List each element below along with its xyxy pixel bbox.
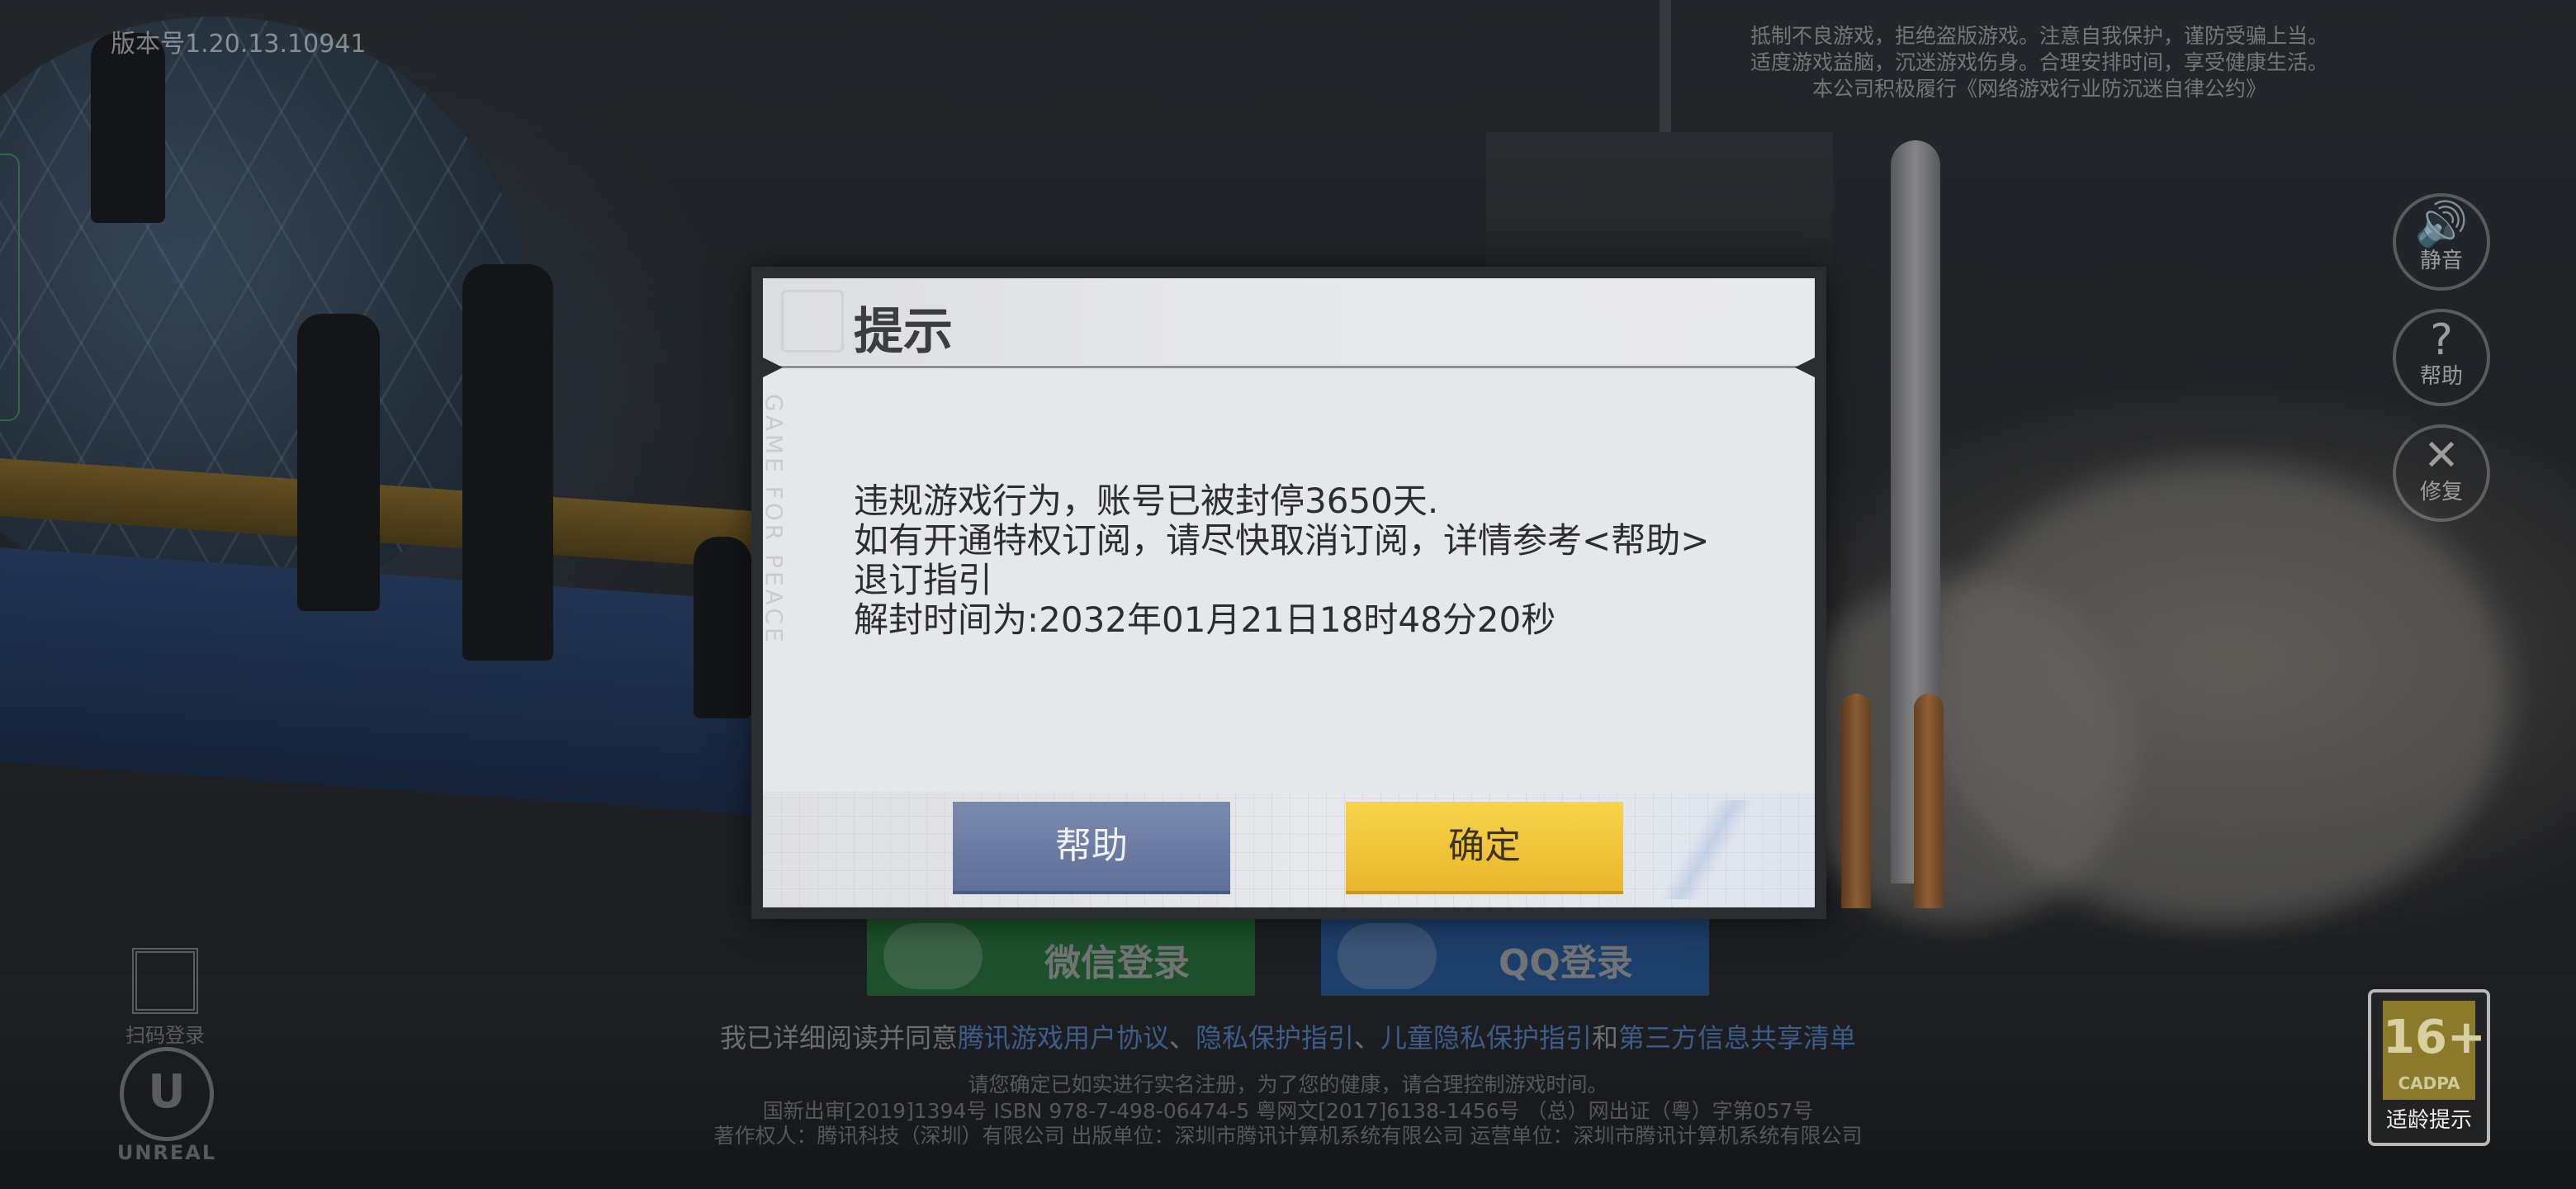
- repair-label: 修复: [2419, 480, 2463, 504]
- agreement-separator: 、: [1168, 1022, 1196, 1054]
- qr-code-icon: [132, 948, 198, 1014]
- qq-login-label: QQ登录: [1499, 942, 1633, 984]
- health-notice-line: 本公司积极履行《网络游戏行业防沉迷自律公约》: [1811, 77, 2266, 101]
- divider-notch-right: [1795, 358, 1815, 377]
- dialog-footer: 帮助 确定: [763, 792, 1815, 907]
- dialog-title: 提示: [854, 303, 953, 361]
- qr-login-button[interactable]: 扫码登录: [116, 948, 215, 1048]
- age-rating-icon: 16+ CADPA: [2383, 1001, 2486, 1100]
- third-party-list-link[interactable]: 第三方信息共享清单: [1618, 1022, 1856, 1054]
- health-notice-line: 适度游戏益脑，沉迷游戏伤身。合理安排时间，享受健康生活。: [1750, 50, 2328, 74]
- ban-reason-line: 违规游戏行为，账号已被封停3650天.: [854, 481, 1439, 521]
- header-decoration-icon: [781, 290, 844, 353]
- help-button[interactable]: 帮助: [953, 802, 1230, 894]
- age-rating-org: CADPA: [2398, 1073, 2460, 1093]
- header-divider: [763, 366, 1815, 368]
- qr-login-label: 扫码登录: [125, 1024, 205, 1047]
- mute-label: 静音: [2419, 249, 2463, 273]
- version-label: 版本号1.20.13.10941: [111, 30, 367, 59]
- wechat-login-button[interactable]: 微信登录: [867, 917, 1255, 996]
- qq-login-button[interactable]: QQ登录: [1321, 917, 1709, 996]
- unreal-label: UNREAL: [116, 1141, 217, 1164]
- repair-button[interactable]: ✕ 修复: [2393, 424, 2490, 522]
- legal-line: 著作权人：腾讯科技（深圳）有限公司 出版单位：深圳市腾讯计算机系统有限公司 运营…: [713, 1124, 1863, 1148]
- age-rating-badge[interactable]: 16+ CADPA 适龄提示: [2368, 989, 2490, 1146]
- qq-penguin-icon: [1338, 923, 1437, 989]
- unsubscribe-guide-line: 退订指引: [854, 560, 993, 600]
- agreement-line: 我已详细阅读并同意腾讯游戏用户协议、隐私保护指引、儿童隐私保护指引和第三方信息共…: [0, 1017, 2576, 1055]
- help-icon: ?: [2430, 315, 2453, 365]
- agreement-separator: 、: [1354, 1022, 1381, 1054]
- wrench-icon: ✕: [2423, 431, 2460, 481]
- subscription-hint-line: 如有开通特权订阅，请尽快取消订阅，详情参考<帮助>: [854, 520, 1710, 561]
- speaker-icon: 🔊: [2414, 200, 2469, 249]
- realname-hint: 请您确定已如实进行实名注册，为了您的健康，请合理控制游戏时间。: [968, 1073, 1608, 1097]
- health-notice-line: 抵制不良游戏，拒绝盗版游戏。注意自我保护，谨防受骗上当。: [1750, 24, 2328, 48]
- wechat-icon: [883, 923, 983, 989]
- ban-dialog-panel: 提示 GAME FOR PEACE 违规游戏行为，账号已被封停3650天. 如有…: [763, 278, 1815, 907]
- unreal-logo-icon: U: [120, 1047, 214, 1141]
- unban-time-line: 解封时间为:2032年01月21日18时48分20秒: [854, 599, 1556, 640]
- dialog-watermark: GAME FOR PEACE: [763, 394, 788, 646]
- age-rating-label: 适龄提示: [2385, 1108, 2472, 1133]
- dialog-header: 提示: [763, 278, 1815, 364]
- dialog-message: 违规游戏行为，账号已被封停3650天. 如有开通特权订阅，请尽快取消订阅，详情参…: [854, 481, 1762, 640]
- help-side-button[interactable]: ? 帮助: [2393, 309, 2490, 406]
- divider-notch-left: [763, 358, 783, 377]
- agreement-and: 和: [1592, 1022, 1619, 1054]
- agreement-prefix: 我已详细阅读并同意: [719, 1022, 958, 1054]
- health-notice: 抵制不良游戏，拒绝盗版游戏。注意自我保护，谨防受骗上当。 适度游戏益脑，沉迷游戏…: [1668, 23, 2411, 102]
- child-privacy-link[interactable]: 儿童隐私保护指引: [1380, 1022, 1592, 1054]
- wechat-login-label: 微信登录: [1044, 942, 1190, 984]
- left-edge-tab[interactable]: [0, 154, 20, 421]
- privacy-link[interactable]: 隐私保护指引: [1196, 1022, 1354, 1054]
- ban-dialog: 提示 GAME FOR PEACE 违规游戏行为，账号已被封停3650天. 如有…: [751, 267, 1826, 919]
- unreal-engine-logo: U UNREAL: [109, 1047, 225, 1164]
- age-rating-value: 16+: [2383, 1011, 2486, 1064]
- user-agreement-link[interactable]: 腾讯游戏用户协议: [958, 1022, 1169, 1054]
- footer-decoration: [1633, 800, 1782, 899]
- mute-button[interactable]: 🔊 静音: [2393, 193, 2490, 291]
- confirm-button[interactable]: 确定: [1346, 802, 1623, 894]
- help-side-label: 帮助: [2419, 364, 2463, 389]
